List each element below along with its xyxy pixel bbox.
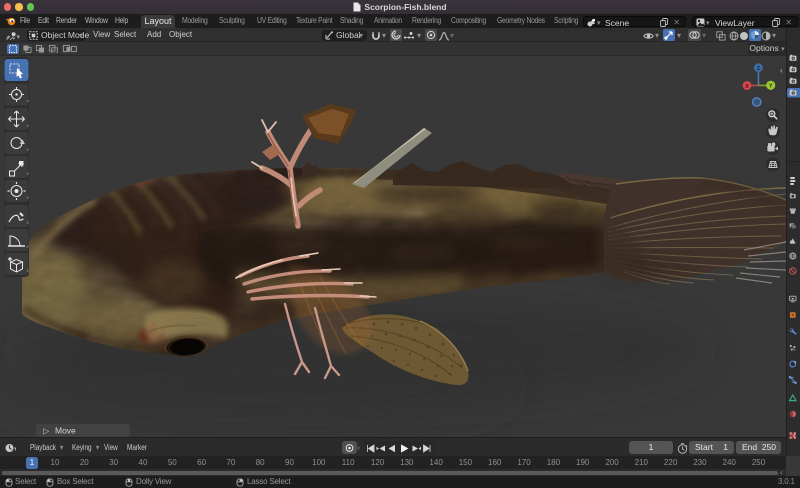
svg-text:‹: ‹ xyxy=(780,66,783,75)
svg-text:Move: Move xyxy=(55,426,76,436)
svg-text:Y: Y xyxy=(769,84,773,90)
svg-text:▾: ▾ xyxy=(17,34,21,41)
svg-text:▾: ▾ xyxy=(14,446,16,453)
svg-text:▷: ▷ xyxy=(43,427,50,436)
svg-text:X: X xyxy=(745,84,749,90)
